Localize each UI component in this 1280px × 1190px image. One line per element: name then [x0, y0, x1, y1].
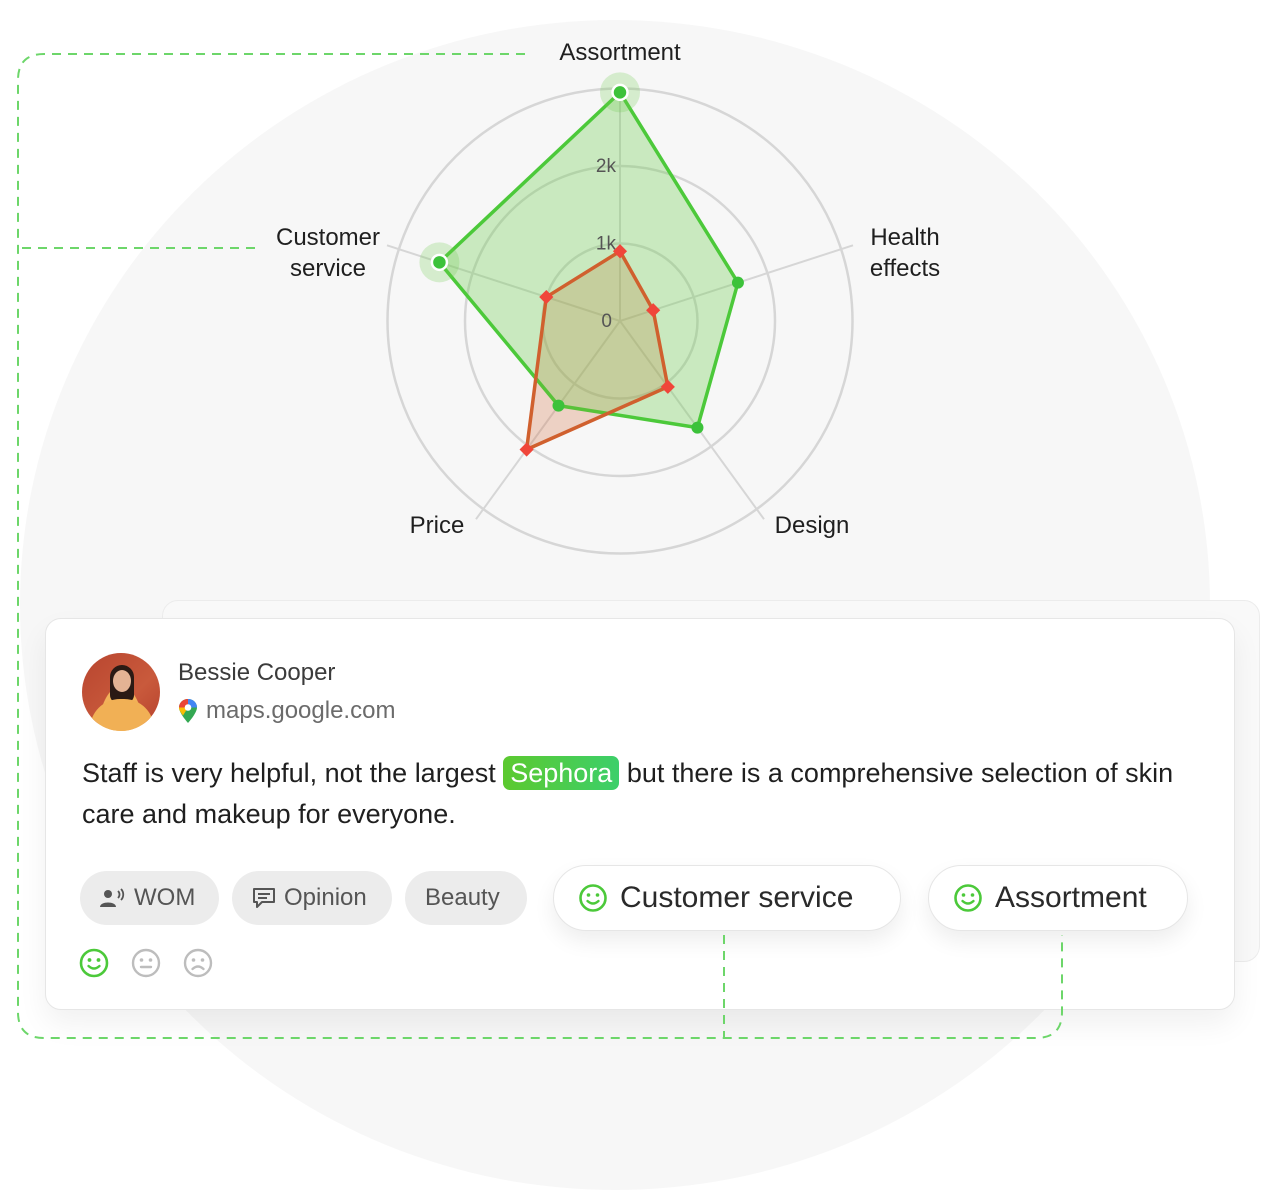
axis-label-assortment: Assortment — [559, 39, 681, 66]
review-card: Bessie Cooper maps.google.com Staff is v… — [45, 618, 1235, 1010]
review-source[interactable]: maps.google.com — [178, 697, 395, 725]
author-name: Bessie Cooper — [178, 659, 336, 686]
radial-tick-label: 2k — [596, 156, 617, 177]
radial-tick-label: 0 — [601, 311, 612, 332]
avatar — [82, 653, 160, 731]
data-point-positive-design — [691, 421, 704, 434]
smiley-positive-icon — [579, 884, 607, 912]
brand-highlight[interactable]: Sephora — [503, 756, 620, 790]
tag-beauty[interactable]: Beauty — [405, 871, 527, 925]
axis-label-health-effects: Health effects — [869, 224, 941, 282]
axis-label-price: Price — [409, 512, 465, 539]
topic-chip-assortment[interactable]: Assortment — [928, 865, 1188, 931]
source-link[interactable]: maps.google.com — [206, 697, 395, 725]
smiley-positive-icon — [954, 884, 982, 912]
tag-opinion[interactable]: Opinion — [232, 871, 392, 925]
axis-label-customer-service: Customer service — [275, 224, 381, 282]
speaker-person-icon — [100, 888, 125, 907]
review-text: Staff is very helpful, not the largest S… — [82, 756, 1174, 829]
data-point-positive-assortment — [611, 83, 629, 102]
comment-icon — [253, 888, 275, 908]
sentiment-neutral-icon[interactable] — [130, 947, 162, 979]
topic-chip-customer-service[interactable]: Customer service — [553, 865, 901, 931]
tag-wom[interactable]: WOM — [80, 871, 219, 925]
google-maps-pin-icon — [179, 699, 197, 723]
axis-label-design: Design — [774, 512, 850, 539]
data-point-positive-price — [552, 399, 565, 412]
sentiment-negative-icon[interactable] — [182, 947, 214, 979]
sentiment-positive-icon[interactable] — [78, 947, 110, 979]
data-point-positive-health-effects — [731, 276, 744, 289]
data-point-positive-customer-service — [430, 253, 449, 272]
